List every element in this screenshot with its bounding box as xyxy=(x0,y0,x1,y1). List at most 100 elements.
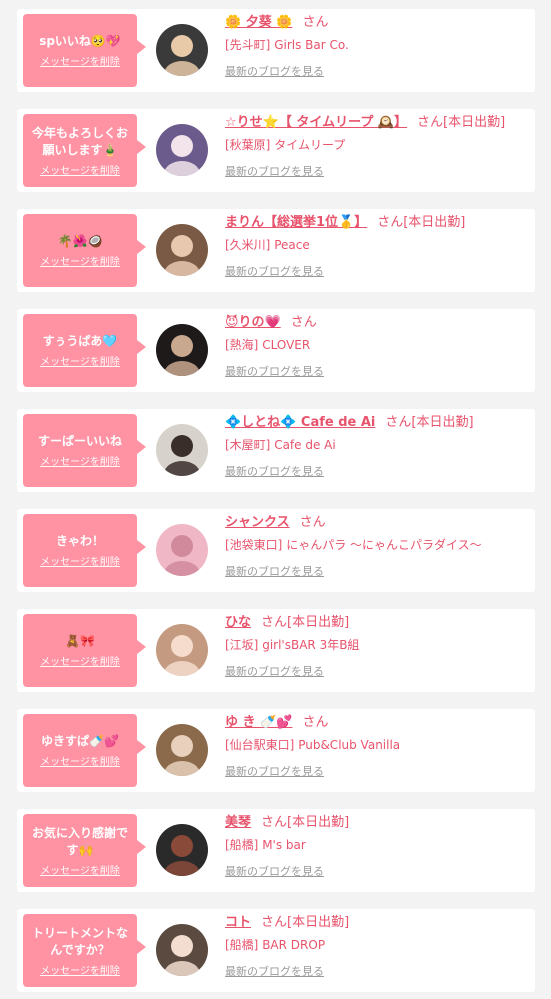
delete-message-link[interactable]: メッセージを削除 xyxy=(40,162,120,177)
cast-info: 🌼 夕葵 🌼 さん [先斗町] Girls Bar Co. 最新のブログを見る xyxy=(225,13,529,79)
delete-message-link[interactable]: メッセージを削除 xyxy=(40,553,120,568)
cast-name-link[interactable]: 美琴 xyxy=(225,815,251,830)
cast-avatar[interactable] xyxy=(156,224,208,276)
shop-row: [江坂] girl'sBAR 3年B組 xyxy=(225,636,529,654)
cast-avatar[interactable] xyxy=(156,924,208,976)
message-card: トリートメントなんですか？ メッセージを削除 コト さん[本日出勤] [船橋] BAR … xyxy=(17,909,535,992)
message-card: spいいね🥺💖 メッセージを削除 🌼 夕葵 🌼 さん [先斗町] Girls Bar C… xyxy=(17,9,535,92)
shop-row: [池袋東口] にゃんパラ 〜にゃんこパラダイス〜 xyxy=(225,536,529,554)
honorific-status: さん[本日出勤] xyxy=(417,115,506,130)
latest-blog-link[interactable]: 最新のブログを見る xyxy=(225,463,324,479)
delete-message-link[interactable]: メッセージを削除 xyxy=(40,253,120,268)
shop-name: Pub&Club Vanilla xyxy=(298,738,401,752)
message-text: お気に入り感謝です🙌 xyxy=(31,825,128,857)
shop-area: [船橋] xyxy=(225,838,259,852)
message-list: spいいね🥺💖 メッセージを削除 🌼 夕葵 🌼 さん [先斗町] Girls Bar C… xyxy=(0,0,551,999)
avatar-image xyxy=(156,124,208,176)
message-bubble: 🧸🎀 メッセージを削除 xyxy=(23,614,146,687)
cast-name-link[interactable]: 🌼 夕葵 🌼 xyxy=(225,15,292,30)
delete-message-link[interactable]: メッセージを削除 xyxy=(40,453,120,468)
avatar-image xyxy=(156,724,208,776)
message-text: すーぱーいいね xyxy=(37,434,122,448)
message-text: トリートメントなんですか？ xyxy=(31,925,128,957)
message-card: 今年もよろしくお願いします🎍 メッセージを削除 ☆りせ⭐️【 タイムリープ 🕰️】さ… xyxy=(17,109,535,192)
shop-area: [木屋町] xyxy=(225,438,271,452)
message-bubble: トリートメントなんですか？ メッセージを削除 xyxy=(23,914,146,987)
delete-message-link[interactable]: メッセージを削除 xyxy=(40,353,120,368)
honorific-status: さん[本日出勤] xyxy=(261,815,350,830)
shop-name: girl'sBAR 3年B組 xyxy=(262,638,360,652)
cast-info: 😈りの💗 さん [熱海] CLOVER 最新のブログを見る xyxy=(225,313,529,379)
delete-message-link[interactable]: メッセージを削除 xyxy=(40,53,120,68)
shop-name: にゃんパラ 〜にゃんこパラダイス〜 xyxy=(286,538,482,552)
message-bubble: 今年もよろしくお願いします🎍 メッセージを削除 xyxy=(23,114,146,187)
avatar-image xyxy=(156,924,208,976)
cast-name-link[interactable]: 💠しとね💠 Cafe de Ai xyxy=(225,415,375,430)
name-row: ゆ き 🍼💕 さん xyxy=(225,713,529,733)
delete-message-link[interactable]: メッセージを削除 xyxy=(40,962,120,977)
cast-name-link[interactable]: ☆りせ⭐️【 タイムリープ 🕰️】 xyxy=(225,115,407,130)
honorific-status: さん[本日出勤] xyxy=(261,915,350,930)
latest-blog-link[interactable]: 最新のブログを見る xyxy=(225,763,324,779)
cast-info: 美琴 さん[本日出勤] [船橋] M's bar 最新のブログを見る xyxy=(225,813,529,879)
cast-avatar[interactable] xyxy=(156,324,208,376)
shop-row: [熱海] CLOVER xyxy=(225,336,529,354)
honorific-status: さん xyxy=(302,15,329,30)
latest-blog-link[interactable]: 最新のブログを見る xyxy=(225,963,324,979)
shop-name: Girls Bar Co. xyxy=(274,38,349,52)
message-card: ゆきすぱ🍼💕 メッセージを削除 ゆ き 🍼💕 さん [仙台駅東口] Pub&Club V… xyxy=(17,709,535,792)
message-card: すぅうぱあ🩵 メッセージを削除 😈りの💗 さん [熱海] CLOVER 最新のブログを見る xyxy=(17,309,535,392)
cast-info: まりん【総選挙1位🥇】 さん[本日出勤] [久米川] Peace 最新のブログを見る xyxy=(225,213,529,279)
message-bubble: お気に入り感謝です🙌 メッセージを削除 xyxy=(23,814,146,887)
shop-name: M's bar xyxy=(262,838,306,852)
latest-blog-link[interactable]: 最新のブログを見る xyxy=(225,863,324,879)
cast-name-link[interactable]: ゆ き 🍼💕 xyxy=(225,715,292,730)
latest-blog-link[interactable]: 最新のブログを見る xyxy=(225,563,324,579)
latest-blog-link[interactable]: 最新のブログを見る xyxy=(225,163,324,179)
delete-message-link[interactable]: メッセージを削除 xyxy=(40,753,120,768)
delete-message-link[interactable]: メッセージを削除 xyxy=(40,653,120,668)
shop-name: タイムリープ xyxy=(274,138,346,152)
latest-blog-link[interactable]: 最新のブログを見る xyxy=(225,363,324,379)
avatar-image xyxy=(156,524,208,576)
latest-blog-link[interactable]: 最新のブログを見る xyxy=(225,263,324,279)
cast-avatar[interactable] xyxy=(156,624,208,676)
cast-name-link[interactable]: ひな xyxy=(225,615,251,630)
delete-message-link[interactable]: メッセージを削除 xyxy=(40,862,120,877)
shop-row: [仙台駅東口] Pub&Club Vanilla xyxy=(225,736,529,754)
message-card: 🧸🎀 メッセージを削除 ひな さん[本日出勤] [江坂] girl'sBAR 3年B組最… xyxy=(17,609,535,692)
cast-avatar[interactable] xyxy=(156,824,208,876)
cast-avatar[interactable] xyxy=(156,524,208,576)
cast-name-link[interactable]: シャンクス xyxy=(225,515,290,530)
cast-info: コト さん[本日出勤] [船橋] BAR DROP 最新のブログを見る xyxy=(225,913,529,979)
cast-avatar[interactable] xyxy=(156,24,208,76)
avatar-image xyxy=(156,324,208,376)
shop-name: Cafe de Ai xyxy=(274,438,336,452)
honorific-status: さん xyxy=(302,715,329,730)
cast-avatar[interactable] xyxy=(156,124,208,176)
latest-blog-link[interactable]: 最新のブログを見る xyxy=(225,63,324,79)
shop-row: [木屋町] Cafe de Ai xyxy=(225,436,529,454)
name-row: ひな さん[本日出勤] xyxy=(225,613,529,633)
latest-blog-link[interactable]: 最新のブログを見る xyxy=(225,663,324,679)
shop-area: [秋葉原] xyxy=(225,138,271,152)
shop-name: Peace xyxy=(274,238,310,252)
cast-name-link[interactable]: 😈りの💗 xyxy=(225,315,281,330)
shop-row: [船橋] BAR DROP xyxy=(225,936,529,954)
cast-info: ひな さん[本日出勤] [江坂] girl'sBAR 3年B組 最新のブログを見る xyxy=(225,613,529,679)
shop-name: BAR DROP xyxy=(262,938,326,952)
avatar-image xyxy=(156,624,208,676)
shop-row: [船橋] M's bar xyxy=(225,836,529,854)
name-row: ☆りせ⭐️【 タイムリープ 🕰️】 さん[本日出勤] xyxy=(225,113,529,133)
cast-avatar[interactable] xyxy=(156,724,208,776)
avatar-image xyxy=(156,824,208,876)
honorific-status: さん xyxy=(290,315,317,330)
avatar-image xyxy=(156,24,208,76)
message-bubble: きゃわ！ メッセージを削除 xyxy=(23,514,146,587)
cast-name-link[interactable]: まりん【総選挙1位🥇】 xyxy=(225,215,367,230)
cast-name-link[interactable]: コト xyxy=(225,915,251,930)
cast-info: ゆ き 🍼💕 さん [仙台駅東口] Pub&Club Vanilla 最新のブログを見… xyxy=(225,713,529,779)
cast-info: ☆りせ⭐️【 タイムリープ 🕰️】 さん[本日出勤] [秋葉原] タイムリープ最新の… xyxy=(225,113,529,179)
cast-avatar[interactable] xyxy=(156,424,208,476)
shop-name: CLOVER xyxy=(262,338,311,352)
